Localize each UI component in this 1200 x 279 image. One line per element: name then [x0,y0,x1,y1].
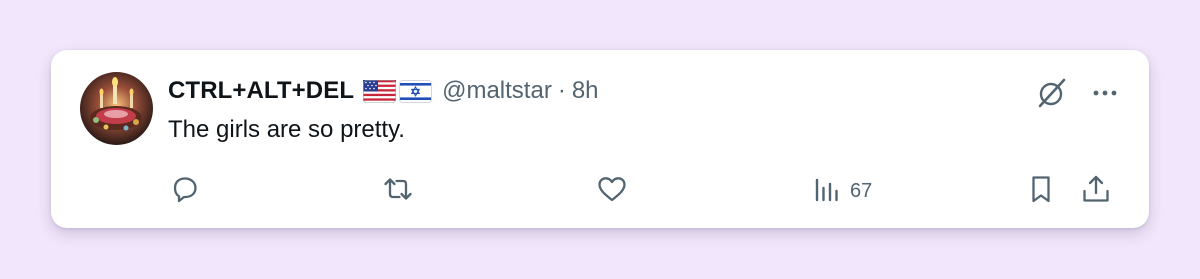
reply-button[interactable] [168,174,202,208]
share-icon [1079,172,1113,211]
author-name[interactable]: CTRL+ALT+DEL [168,77,354,105]
tweet-top-actions [1035,76,1119,110]
views-button[interactable]: 67 [813,174,872,208]
retweet-icon [381,172,415,211]
more-icon[interactable] [1091,79,1119,107]
flag-emojis [363,79,432,103]
tweet-header: CTRL+ALT+DEL @maltstar · 8h [168,76,599,106]
bookmark-button[interactable] [1024,174,1058,208]
israel-flag-icon [399,79,432,103]
timestamp[interactable]: 8h [572,77,599,105]
us-flag-icon [363,79,397,103]
tweet-actions: 67 [168,174,1118,208]
tweet-card[interactable]: CTRL+ALT+DEL @maltstar · 8h The girls ar… [51,50,1149,228]
like-button[interactable] [595,174,629,208]
grok-icon[interactable] [1035,76,1069,110]
bookmark-icon [1024,172,1058,211]
share-button[interactable] [1079,174,1113,208]
tweet-text: The girls are so pretty. [168,116,405,143]
retweet-button[interactable] [381,174,415,208]
like-icon [595,172,629,211]
views-count: 67 [850,179,873,202]
reply-icon [168,172,202,211]
separator-dot: · [557,77,566,104]
views-icon [813,174,841,209]
avatar[interactable] [80,72,153,145]
author-handle[interactable]: @maltstar [442,77,552,105]
